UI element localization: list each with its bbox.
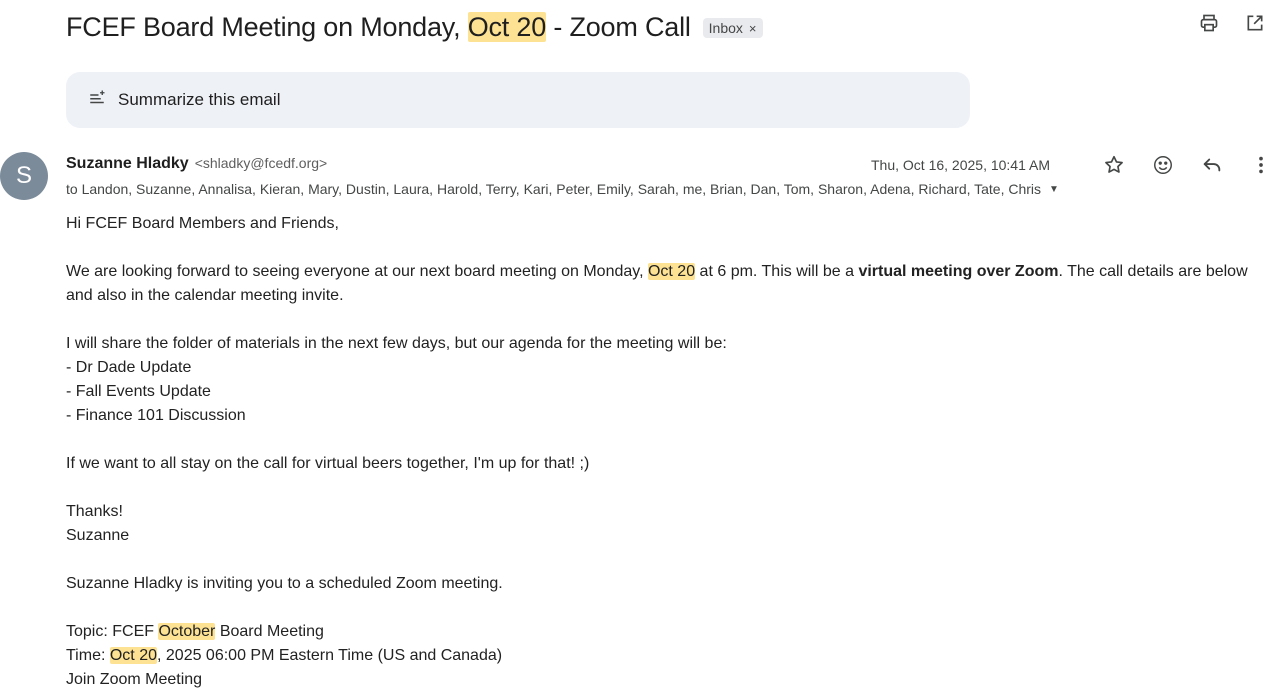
agenda-item: - Fall Events Update	[66, 383, 211, 400]
text: Topic: FCEF	[66, 623, 159, 640]
date-highlight: Oct 20	[109, 647, 157, 664]
bold-text: virtual meeting over Zoom	[858, 263, 1059, 280]
subject-text: FCEF Board Meeting on Monday,	[66, 11, 468, 42]
inbox-label-chip[interactable]: Inbox ×	[702, 18, 763, 38]
email-body: Hi FCEF Board Members and Friends, We ar…	[66, 212, 1266, 692]
subject-text-end: - Zoom Call	[546, 11, 691, 42]
emoji-icon[interactable]	[1152, 154, 1174, 176]
star-icon[interactable]	[1103, 154, 1125, 176]
subject-row: FCEF Board Meeting on Monday, Oct 20 - Z…	[66, 8, 763, 46]
month-highlight: October	[158, 623, 216, 640]
topic-line: Topic: FCEF October Board Meeting	[66, 620, 1266, 644]
subject-highlight: Oct 20	[467, 11, 547, 42]
text: at 6 pm. This will be a	[695, 263, 859, 280]
message-date: Thu, Oct 16, 2025, 10:41 AM	[871, 157, 1050, 173]
summarize-label: Summarize this email	[118, 90, 281, 109]
recipients-line: to Landon, Suzanne, Annalisa, Kieran, Ma…	[66, 181, 1059, 197]
summarize-icon	[88, 89, 106, 112]
sender-row: Suzanne Hladky <shladky@fcedf.org>	[66, 155, 327, 177]
sender-email: <shladky@fcedf.org>	[194, 155, 328, 171]
agenda-item: - Dr Dade Update	[66, 359, 192, 376]
greeting: Hi FCEF Board Members and Friends,	[66, 215, 339, 232]
sender-avatar[interactable]: S	[0, 152, 48, 200]
label-text: Inbox	[708, 20, 743, 36]
paragraph-beers: If we want to all stay on the call for v…	[66, 455, 590, 472]
summarize-email-button[interactable]: Summarize this email	[66, 72, 970, 128]
message-meta: Thu, Oct 16, 2025, 10:41 AM	[871, 150, 1272, 180]
signoff: Suzanne	[66, 527, 130, 544]
text: Board Meeting	[215, 623, 324, 640]
more-vert-icon[interactable]	[1250, 154, 1272, 176]
paragraph-meeting: We are looking forward to seeing everyon…	[66, 260, 1266, 308]
zoom-invite: Suzanne Hladky is inviting you to a sche…	[66, 575, 503, 592]
agenda-intro: I will share the folder of materials in …	[66, 335, 727, 352]
remove-label-icon[interactable]: ×	[749, 21, 757, 36]
text: We are looking forward to seeing everyon…	[66, 263, 648, 280]
reply-icon[interactable]	[1201, 154, 1223, 176]
text: , 2025 06:00 PM Eastern Time (US and Can…	[157, 647, 503, 664]
text: Time:	[66, 647, 110, 664]
time-line: Time: Oct 20, 2025 06:00 PM Eastern Time…	[66, 644, 1266, 668]
sender-name[interactable]: Suzanne Hladky	[66, 155, 189, 173]
join-zoom-meeting: Join Zoom Meeting	[66, 671, 203, 688]
thanks: Thanks!	[66, 503, 123, 520]
show-details-icon[interactable]: ▼	[1049, 184, 1059, 195]
agenda-item: - Finance 101 Discussion	[66, 407, 246, 424]
open-in-new-window-icon[interactable]	[1244, 12, 1266, 34]
email-subject: FCEF Board Meeting on Monday, Oct 20 - Z…	[66, 11, 691, 43]
print-icon[interactable]	[1198, 12, 1220, 34]
date-highlight: Oct 20	[647, 263, 696, 280]
recipients-text: to Landon, Suzanne, Annalisa, Kieran, Ma…	[66, 181, 1042, 197]
thread-toolbar	[1198, 12, 1266, 34]
